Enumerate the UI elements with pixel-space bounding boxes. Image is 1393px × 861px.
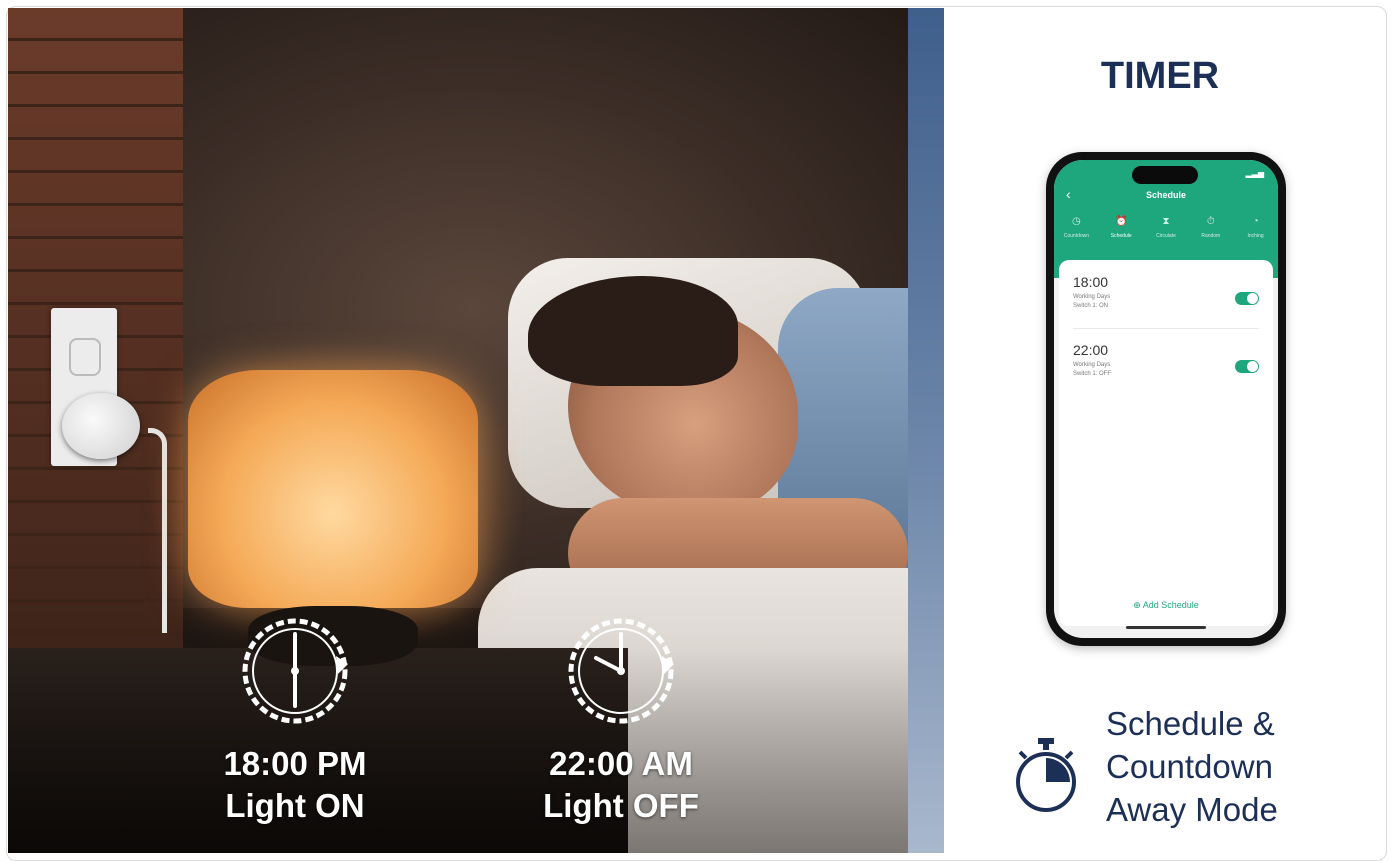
schedule-switch: Switch 1: OFF xyxy=(1073,371,1112,377)
tab-inching[interactable]: ◔ Inching xyxy=(1233,216,1278,256)
tab-label: Circulate xyxy=(1156,233,1176,239)
clock-off-state: Light OFF xyxy=(543,787,699,824)
schedule-time: 18:00 xyxy=(1073,274,1109,290)
lamp xyxy=(188,370,478,608)
schedule-list: 18:00 Working Days Switch 1: ON 22:00 Wo… xyxy=(1059,260,1273,626)
feature-list: Schedule & Countdown Away Mode xyxy=(1106,702,1366,831)
timer-title: TIMER xyxy=(1100,55,1220,97)
app-header-title: Schedule xyxy=(1145,190,1186,200)
gauge-icon: ◔ xyxy=(1252,216,1259,227)
clock-off-label: 22:00 AM Light OFF xyxy=(511,743,731,827)
clock-on-label: 18:00 PM Light ON xyxy=(185,743,405,827)
accent-strip xyxy=(908,8,944,853)
clock-icon-18 xyxy=(240,616,350,726)
tab-countdown[interactable]: ◷ Countdown xyxy=(1054,216,1099,256)
dynamic-island xyxy=(1132,166,1198,184)
tab-circulate[interactable]: ⧗ Circulate xyxy=(1144,216,1189,256)
divider xyxy=(1073,328,1259,329)
clock-off-time: 22:00 AM xyxy=(549,745,693,782)
schedule-toggle[interactable] xyxy=(1235,360,1259,373)
schedule-item[interactable]: 22:00 Working Days Switch 1: OFF xyxy=(1073,342,1259,402)
smart-plug xyxy=(62,393,140,459)
schedule-item[interactable]: 18:00 Working Days Switch 1: ON xyxy=(1073,274,1259,334)
schedule-days: Working Days xyxy=(1073,362,1111,368)
tab-label: Random xyxy=(1201,233,1221,239)
bottom-shade xyxy=(8,648,908,853)
signal-icon: ▂▃▅ xyxy=(1245,169,1264,178)
alarm-icon: ⏰ xyxy=(1114,216,1128,227)
phone-mockup: ▂▃▅ ‹ Schedule ◷ Countdown ⏰ Schedule ⧗ … xyxy=(1046,152,1286,646)
clock-on-time: 18:00 PM xyxy=(223,745,367,782)
clock-icon-22 xyxy=(566,616,676,726)
tab-random[interactable]: ⏱ Random xyxy=(1188,216,1233,256)
timer-icon: ⏱ xyxy=(1206,216,1215,227)
stopwatch-icon xyxy=(1010,736,1082,816)
tab-label: Countdown xyxy=(1063,233,1090,239)
schedule-days: Working Days xyxy=(1073,294,1111,300)
phone-screen: ▂▃▅ ‹ Schedule ◷ Countdown ⏰ Schedule ⧗ … xyxy=(1054,160,1278,638)
clock-icon: ◷ xyxy=(1072,216,1081,227)
plus-circle-icon: ⊕ xyxy=(1133,600,1141,610)
clock-on-state: Light ON xyxy=(225,787,365,824)
add-schedule-label: Add Schedule xyxy=(1142,600,1199,610)
schedule-toggle[interactable] xyxy=(1235,292,1259,305)
feature-away-mode: Away Mode xyxy=(1106,791,1278,828)
add-schedule-button[interactable]: ⊕ Add Schedule xyxy=(1054,600,1278,611)
feature-countdown: Countdown xyxy=(1106,748,1273,785)
feature-schedule: Schedule & xyxy=(1106,705,1275,742)
tab-schedule[interactable]: ⏰ Schedule xyxy=(1099,216,1144,256)
schedule-time: 22:00 xyxy=(1073,342,1109,358)
bedroom-photo: 18:00 PM Light ON 22:00 AM Light OFF xyxy=(8,8,908,853)
tab-label: Inching xyxy=(1247,233,1264,239)
home-indicator xyxy=(1126,626,1206,629)
timer-tabs: ◷ Countdown ⏰ Schedule ⧗ Circulate ⏱ Ran… xyxy=(1054,216,1278,256)
tab-label: Schedule xyxy=(1110,233,1132,239)
schedule-switch: Switch 1: ON xyxy=(1073,303,1109,309)
hourglass-icon: ⧗ xyxy=(1162,216,1170,227)
